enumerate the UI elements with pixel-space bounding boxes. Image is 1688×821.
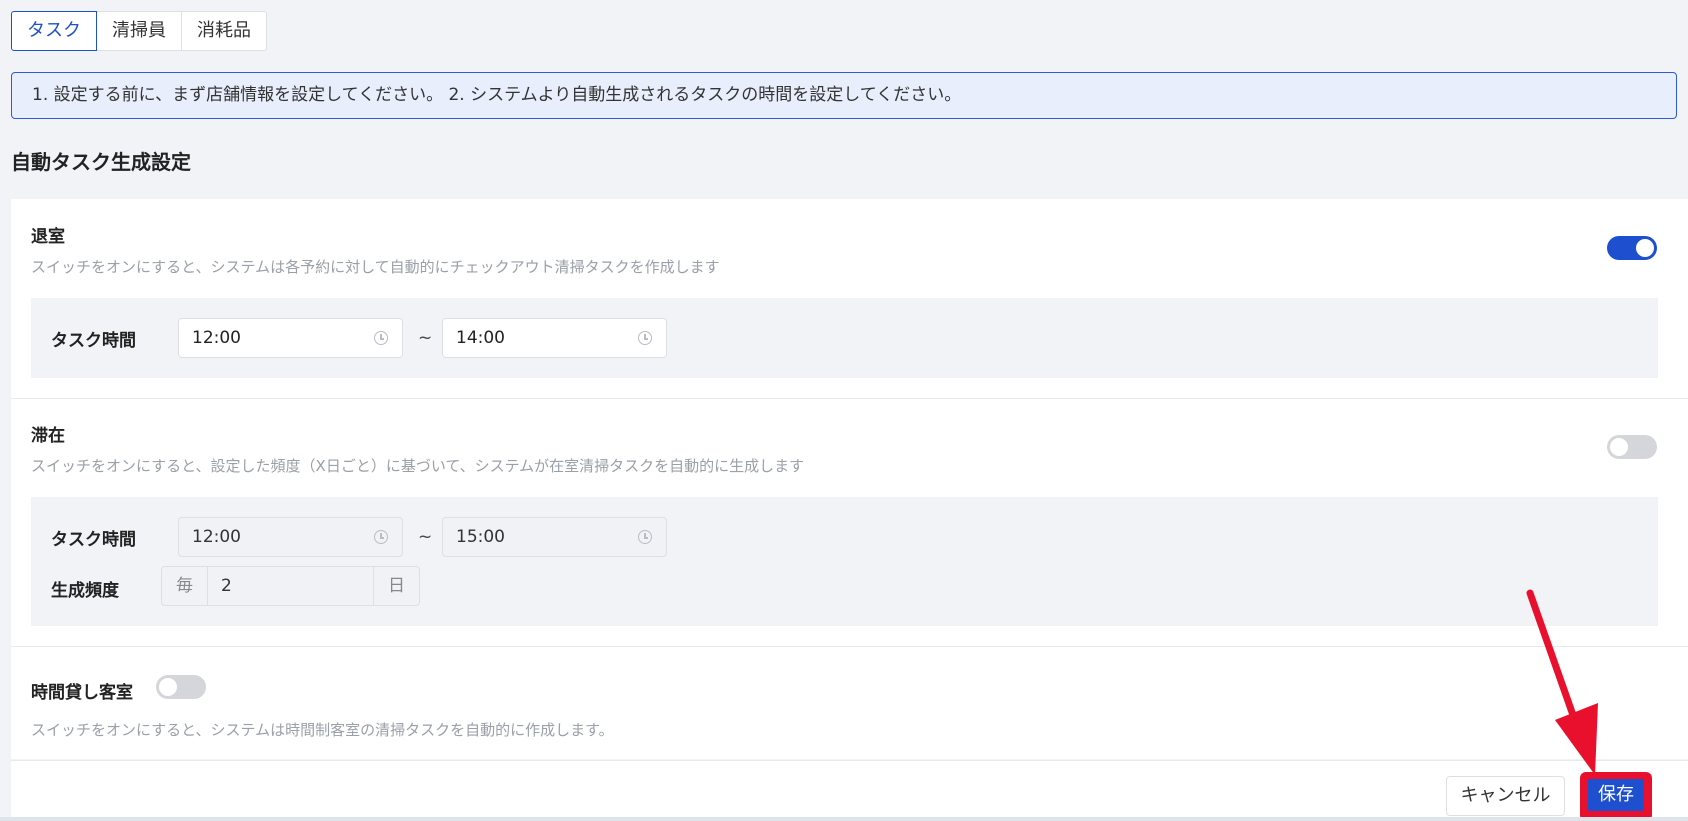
- clock-icon: [638, 331, 652, 345]
- annotation-arrow-icon: [1526, 589, 1598, 775]
- info-notice: 1. 設定する前に、まず店舗情報を設定してください。 2. システムより自動生成…: [11, 72, 1677, 119]
- checkout-description: スイッチをオンにすると、システムは各予約に対して自動的にチェックアウト清掃タスク…: [31, 258, 720, 276]
- stay-task-time-label: タスク時間: [51, 530, 136, 550]
- hourly-toggle[interactable]: [156, 675, 206, 699]
- checkout-toggle[interactable]: [1607, 236, 1657, 260]
- stay-start-time-value: 12:00: [192, 527, 241, 547]
- footer-bar: [11, 761, 1688, 817]
- stay-end-time-input[interactable]: 15:00: [442, 517, 667, 557]
- tab-consumables[interactable]: 消耗品: [181, 11, 267, 51]
- checkout-end-time-input[interactable]: 14:00: [442, 318, 667, 358]
- hourly-description: スイッチをオンにすると、システムは時間制客室の清掃タスクを自動的に作成します。: [31, 721, 614, 739]
- divider: [11, 398, 1688, 399]
- time-range-separator: ~: [418, 527, 433, 547]
- stay-description: スイッチをオンにすると、設定した頻度（X日ごと）に基づいて、システムが在室清掃タ…: [31, 457, 805, 475]
- checkout-task-time-label: タスク時間: [51, 331, 136, 351]
- checkout-start-time-value: 12:00: [192, 328, 241, 348]
- frequency-prefix: 毎: [161, 566, 208, 606]
- tab-cleaners[interactable]: 清掃員: [96, 11, 182, 51]
- clock-icon: [374, 530, 388, 544]
- tab-task[interactable]: タスク: [11, 11, 97, 51]
- stay-end-time-value: 15:00: [456, 527, 505, 547]
- time-range-separator: ~: [418, 328, 433, 348]
- checkout-start-time-input[interactable]: 12:00: [178, 318, 403, 358]
- divider: [11, 646, 1688, 647]
- hourly-title: 時間貸し客室: [31, 683, 133, 703]
- stay-title: 滞在: [31, 426, 65, 446]
- checkout-end-time-value: 14:00: [456, 328, 505, 348]
- section-title: 自動タスク生成設定: [11, 150, 191, 174]
- settings-panel: [11, 199, 1688, 759]
- stay-toggle[interactable]: [1607, 435, 1657, 459]
- stay-frequency-input[interactable]: 毎 2 日: [161, 566, 420, 606]
- checkout-title: 退室: [31, 227, 65, 247]
- frequency-suffix: 日: [373, 566, 420, 606]
- tab-bar: タスク 清掃員 消耗品: [11, 11, 267, 51]
- frequency-value[interactable]: 2: [208, 566, 373, 606]
- stay-frequency-label: 生成頻度: [51, 581, 119, 601]
- clock-icon: [638, 530, 652, 544]
- stay-start-time-input[interactable]: 12:00: [178, 517, 403, 557]
- clock-icon: [374, 331, 388, 345]
- bottom-border: [0, 817, 1688, 821]
